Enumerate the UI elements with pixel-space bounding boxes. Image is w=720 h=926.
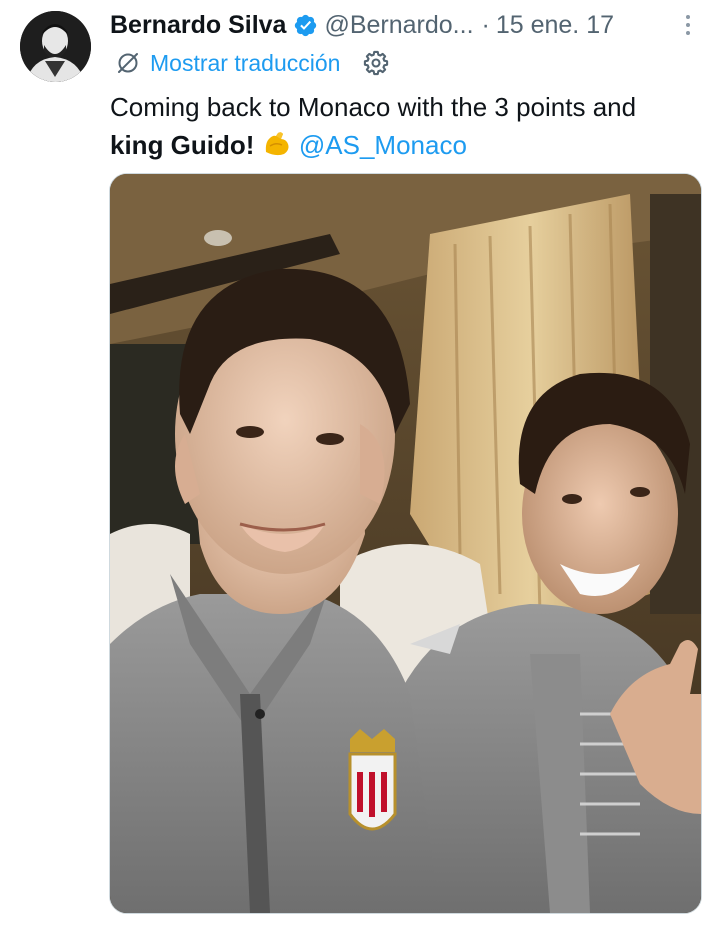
translate-row: Mostrar traducción [114, 46, 390, 80]
tweet-text-bold: king Guido! [110, 130, 255, 160]
show-translation-link[interactable]: Mostrar traducción [150, 50, 340, 77]
mention-link[interactable]: @AS_Monaco [299, 130, 467, 160]
avatar[interactable] [20, 11, 91, 82]
separator-dot: · [481, 10, 490, 39]
verified-badge-icon [293, 13, 318, 38]
author-name[interactable]: Bernardo Silva [110, 11, 286, 40]
more-dot [686, 15, 690, 19]
more-dot [686, 23, 690, 27]
author-handle[interactable]: @Bernardo... [324, 11, 473, 40]
tweet-text-line: Coming back to Monaco with the 3 points … [110, 92, 637, 122]
tweet-text: Coming back to Monaco with the 3 points … [110, 88, 710, 164]
globe-slash-icon [114, 49, 142, 77]
flexed-biceps-emoji [262, 130, 292, 158]
tweet: Bernardo Silva @Bernardo... · 15 ene. 17… [0, 0, 720, 926]
tweet-header: Bernardo Silva @Bernardo... · 15 ene. 17 [110, 8, 700, 42]
gear-icon[interactable] [362, 49, 390, 77]
more-dot [686, 31, 690, 35]
tweet-photo[interactable] [109, 173, 702, 914]
more-vertical-icon[interactable] [676, 12, 700, 38]
tweet-date[interactable]: 15 ene. 17 [496, 11, 614, 40]
